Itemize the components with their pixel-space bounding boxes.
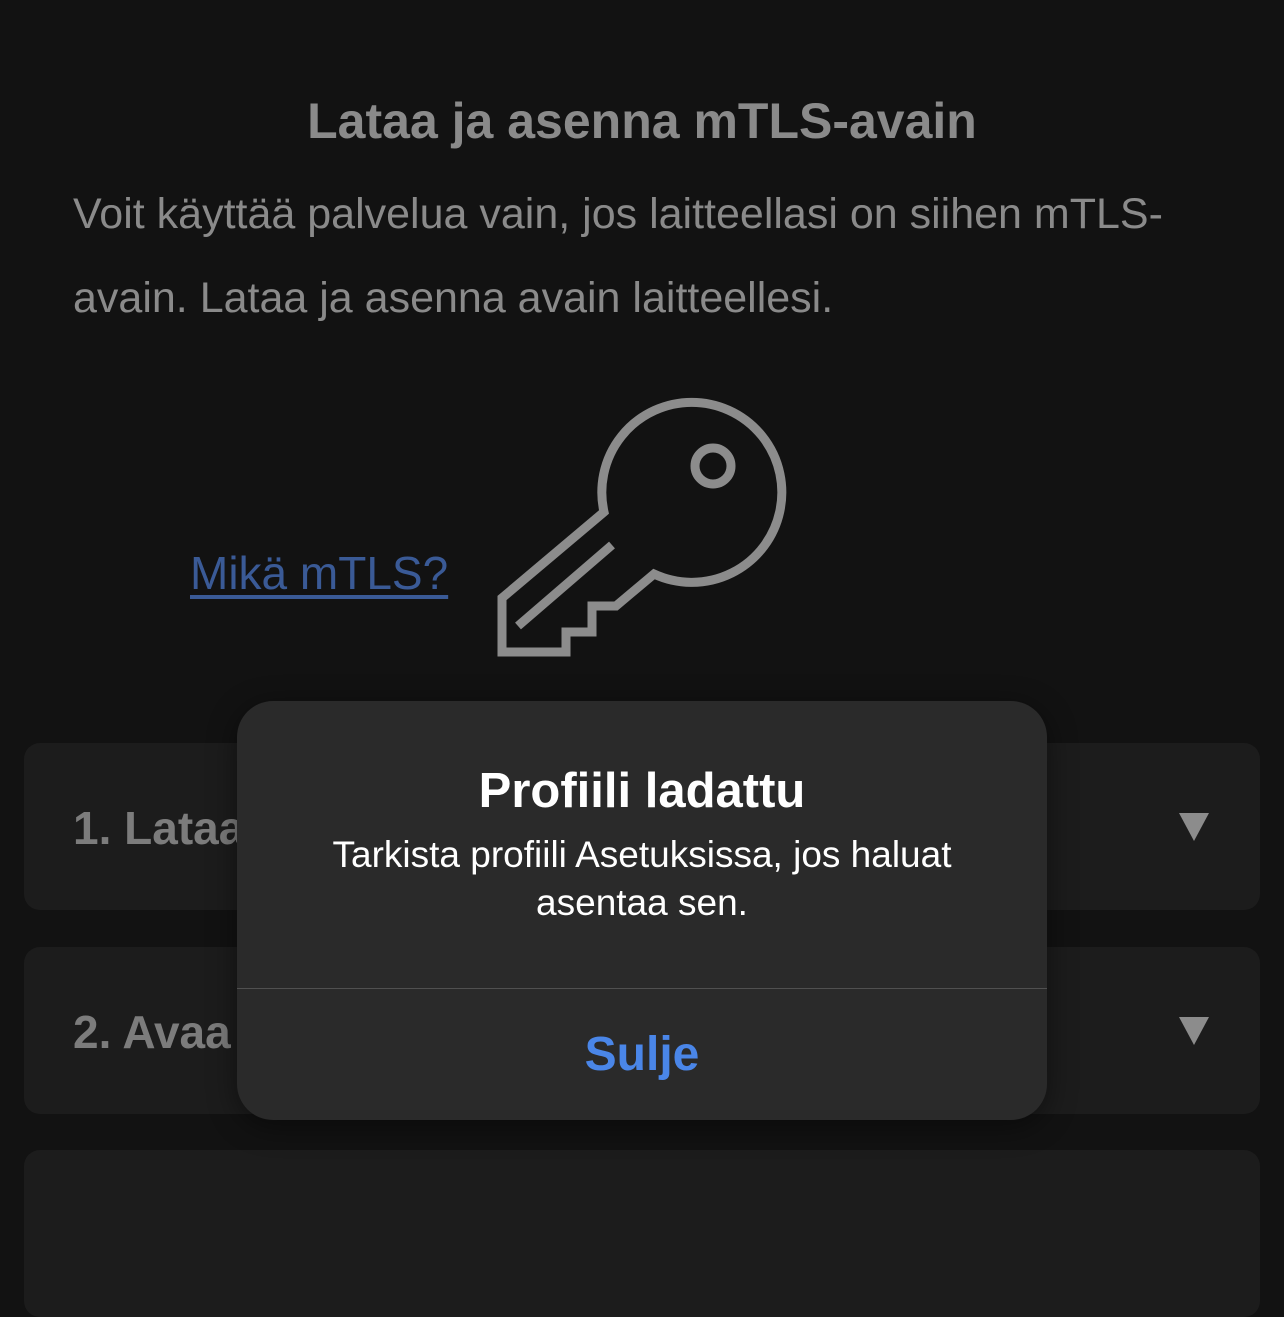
profile-downloaded-alert: Profiili ladattu Tarkista profiili Asetu… — [237, 701, 1047, 1120]
page: Lataa ja asenna mTLS-avain Voit käyttää … — [0, 0, 1284, 1317]
key-icon — [497, 397, 787, 657]
intro-text: Voit käyttää palvelua vain, jos laitteel… — [73, 190, 1163, 322]
step-2-label: 2. Avaa — [73, 1006, 231, 1058]
what-is-mtls-link[interactable]: Mikä mTLS? — [190, 546, 448, 600]
alert-message: Tarkista profiili Asetuksissa, jos halua… — [332, 834, 952, 923]
alert-title: Profiili ladattu — [478, 764, 806, 818]
step-1-label: 1. Lataa — [73, 802, 245, 854]
triangle-down-icon — [1179, 813, 1209, 841]
triangle-down-icon — [1179, 1017, 1209, 1045]
step-3-accordion[interactable] — [24, 1150, 1260, 1317]
close-button[interactable]: Sulje — [237, 989, 1047, 1120]
page-title: Lataa ja asenna mTLS-avain — [307, 93, 977, 149]
